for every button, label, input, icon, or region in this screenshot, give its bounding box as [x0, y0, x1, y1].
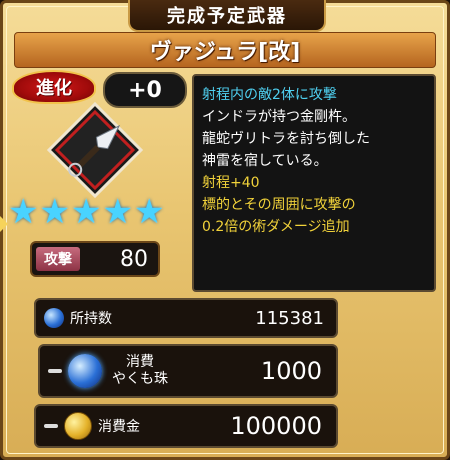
resource-list: 所持数 115381 消費 やくも珠 1000 消費金 100000 — [34, 298, 338, 454]
panel-title: 完成予定武器 — [128, 0, 326, 32]
star-icon: ★ — [70, 192, 102, 232]
consume-gold-row: 消費金 100000 — [34, 404, 338, 448]
yakumo-orb-icon — [68, 354, 102, 388]
attack-label: 攻撃 — [36, 247, 80, 271]
gold-coin-icon — [64, 412, 92, 440]
desc-line: 射程+40 — [202, 175, 260, 191]
weapon-name-bar: ヴァジュラ[改] — [14, 32, 436, 68]
consume-item-label-line2: やくも珠 — [112, 371, 168, 387]
plus-level-value: +0 — [128, 77, 162, 103]
owned-label: 所持数 — [70, 311, 112, 327]
star-icon: ★ — [133, 192, 165, 232]
desc-line: 射程内の敵2体に攻撃 — [202, 87, 337, 103]
owned-value: 115381 — [255, 307, 324, 329]
minus-icon — [44, 424, 58, 428]
star-icon: ★ — [102, 192, 133, 232]
panel-title-text: 完成予定武器 — [167, 6, 287, 27]
evolution-badge: 進化 — [12, 70, 96, 104]
minus-icon — [48, 369, 62, 373]
weapon-description: 射程内の敵2体に攻撃 インドラが持つ金剛杵。 龍蛇ヴリトラを討ち倒した 神雷を宿… — [192, 74, 436, 292]
consume-item-value: 1000 — [260, 357, 322, 385]
star-rating: ★ ★ ★ ★ ★ — [8, 195, 164, 229]
star-icon: ★ — [8, 192, 39, 232]
desc-line: 神雷を宿している。 — [202, 153, 328, 169]
weapon-name: ヴァジュラ[改] — [149, 40, 301, 65]
owned-row: 所持数 115381 — [34, 298, 338, 338]
evolution-label: 進化 — [36, 78, 72, 99]
consume-item-label: 消費 やくも珠 — [112, 354, 168, 388]
consume-item-label-line1: 消費 — [126, 354, 154, 370]
attack-stat: 攻撃 80 — [30, 241, 160, 277]
scroll-left-arrow-icon[interactable] — [0, 214, 8, 234]
consume-item-row: 消費 やくも珠 1000 — [38, 344, 338, 398]
desc-line: 0.2倍の術ダメージ追加 — [202, 219, 350, 235]
desc-line: 標的とその周囲に攻撃の — [202, 197, 356, 213]
desc-line: 龍蛇ヴリトラを討ち倒した — [202, 131, 370, 147]
star-icon: ★ — [39, 192, 70, 232]
desc-line: インドラが持つ金剛杵。 — [202, 109, 356, 125]
gem-icon — [44, 308, 64, 328]
kunai-icon — [46, 101, 144, 199]
consume-gold-value: 100000 — [230, 412, 322, 440]
attack-value: 80 — [120, 246, 148, 272]
consume-gold-label: 消費金 — [98, 419, 140, 435]
